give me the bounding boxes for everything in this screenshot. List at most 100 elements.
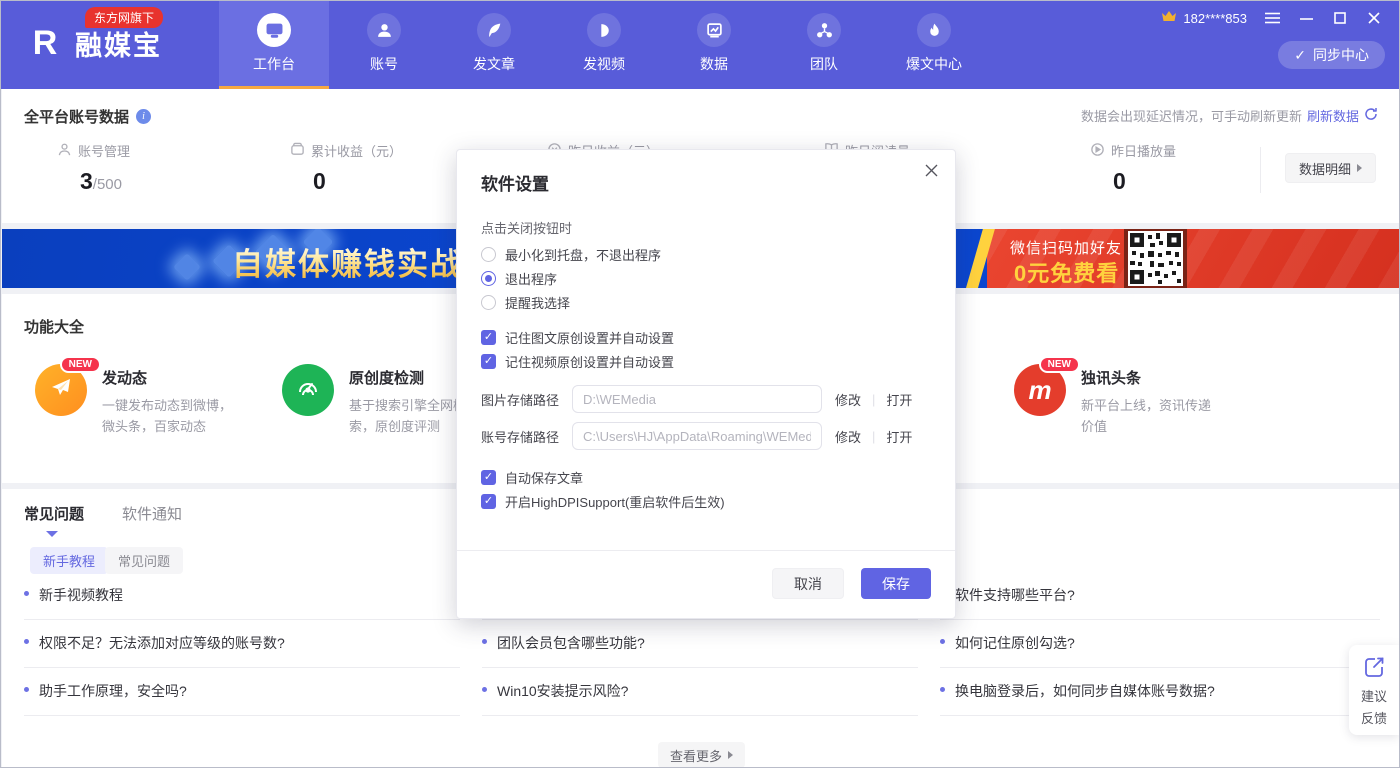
- gauge-icon: [295, 375, 321, 406]
- bullet-icon: [24, 639, 29, 644]
- nav-item-team[interactable]: 团队: [769, 1, 879, 86]
- info-icon[interactable]: i: [136, 109, 151, 124]
- faq-item[interactable]: 换电脑登录后，如何同步自媒体账号数据?: [940, 681, 1380, 701]
- nav-label: 发文章: [473, 54, 515, 74]
- divider: [940, 715, 1380, 716]
- duxun-logo-icon: m: [1028, 377, 1051, 403]
- brand: R 融媒宝 东方网旗下: [23, 21, 162, 65]
- faq-item[interactable]: 新手视频教程: [24, 585, 460, 605]
- new-badge: NEW: [60, 356, 101, 373]
- nav-item-account[interactable]: 账号: [329, 1, 439, 86]
- checkbox-checked-icon: ✓: [481, 470, 496, 485]
- titlebar-controls: 182****853: [1161, 9, 1383, 27]
- save-button[interactable]: 保存: [861, 568, 931, 599]
- faq-item[interactable]: 如何记住原创勾选?: [940, 633, 1380, 653]
- bullet-icon: [482, 687, 487, 692]
- nav-label: 数据: [700, 54, 728, 74]
- hamburger-icon[interactable]: [1263, 9, 1281, 27]
- features-title: 功能大全: [24, 316, 84, 337]
- checkbox-remember-video-original[interactable]: ✓记住视频原创设置并自动设置: [481, 352, 674, 371]
- refresh-data-link[interactable]: 刷新数据: [1307, 106, 1359, 125]
- modify-link[interactable]: 修改: [835, 390, 861, 409]
- active-tab-marker-icon: [46, 531, 58, 537]
- crown-icon: [1161, 10, 1177, 26]
- feature-card-post-dynamic[interactable]: NEW 发动态 一键发布动态到微博，微头条，百家动态: [35, 364, 232, 437]
- header: R 融媒宝 东方网旗下 工作台 账号 发文章 发视频 数据: [1, 1, 1399, 89]
- check-icon: ✓: [1294, 47, 1306, 64]
- pill-common-questions[interactable]: 常见问题: [105, 547, 183, 574]
- divider: [24, 715, 460, 716]
- close-icon[interactable]: [1365, 9, 1383, 27]
- close-icon[interactable]: [921, 160, 941, 180]
- bullet-icon: [24, 591, 29, 596]
- paper-plane-icon: [49, 376, 73, 405]
- divider: [482, 667, 918, 668]
- publish-article-icon: [477, 13, 511, 47]
- refresh-icon[interactable]: [1364, 107, 1378, 124]
- vip-phone[interactable]: 182****853: [1161, 10, 1247, 26]
- play-circle-icon: [1090, 142, 1105, 160]
- team-icon: [807, 13, 841, 47]
- qr-code: [1124, 229, 1187, 288]
- account-storage-path-input[interactable]: [572, 422, 822, 450]
- image-storage-path-input[interactable]: [572, 385, 822, 413]
- feature-card-originality-check[interactable]: 原创度检测 基于搜索引擎全网检索，原创度评测: [282, 364, 466, 437]
- radio-icon: [481, 247, 496, 262]
- cancel-button[interactable]: 取消: [772, 568, 844, 599]
- bullet-icon: [24, 687, 29, 692]
- checkbox-auto-save-article[interactable]: ✓自动保存文章: [481, 468, 583, 487]
- app-window: R 融媒宝 东方网旗下 工作台 账号 发文章 发视频 数据: [0, 0, 1400, 768]
- tab-software-notice[interactable]: 软件通知: [122, 503, 182, 524]
- main-nav: 工作台 账号 发文章 发视频 数据 团队: [219, 1, 989, 89]
- divider: [24, 667, 460, 668]
- nav-label: 爆文中心: [906, 54, 962, 74]
- open-link[interactable]: 打开: [886, 427, 912, 446]
- divider: [940, 667, 1380, 668]
- nav-item-publish-video[interactable]: 发视频: [549, 1, 659, 86]
- divider: [482, 715, 918, 716]
- open-link[interactable]: 打开: [886, 390, 912, 409]
- faq-item[interactable]: 软件支持哪些平台?: [940, 585, 1380, 605]
- maximize-icon[interactable]: [1331, 9, 1349, 27]
- tab-faq[interactable]: 常见问题: [24, 503, 84, 524]
- stat-account-management: 账号管理 3/500: [57, 141, 130, 195]
- checkbox-highdpi-support[interactable]: ✓开启HighDPISupport(重启软件后生效): [481, 492, 725, 511]
- divider: [24, 619, 460, 620]
- wallet-icon: [290, 142, 305, 160]
- faq-item[interactable]: 团队会员包含哪些功能?: [482, 633, 918, 653]
- view-more-button[interactable]: 查看更多: [658, 742, 745, 768]
- pill-beginner-tutorial[interactable]: 新手教程: [30, 547, 108, 574]
- faq-item[interactable]: 权限不足？无法添加对应等级的账号数?: [24, 633, 460, 653]
- checkbox-remember-article-original[interactable]: ✓记住图文原创设置并自动设置: [481, 328, 674, 347]
- nav-label: 团队: [810, 54, 838, 74]
- faq-item[interactable]: Win10安装提示风险?: [482, 681, 918, 701]
- modal-title: 软件设置: [481, 170, 549, 195]
- radio-ask-me[interactable]: 提醒我选择: [481, 293, 570, 312]
- radio-exit-program[interactable]: 退出程序: [481, 269, 557, 288]
- feedback-float-button[interactable]: 建议 反馈: [1349, 645, 1399, 735]
- stat-yesterday-plays: 昨日播放量 0: [1090, 141, 1176, 195]
- sync-center-button[interactable]: ✓ 同步中心: [1278, 41, 1385, 69]
- edit-square-icon: [1363, 656, 1385, 683]
- close-behavior-label: 点击关闭按钮时: [481, 218, 572, 237]
- nav-item-data[interactable]: 数据: [659, 1, 769, 86]
- account-storage-path-row: 账号存储路径 修改 | 打开: [481, 422, 912, 450]
- radio-selected-icon: [481, 271, 496, 286]
- feature-card-duxun-toutiao[interactable]: m NEW 独讯头条 新平台上线，资讯传递价值: [1014, 364, 1211, 437]
- nav-item-hot-article[interactable]: 爆文中心: [879, 1, 989, 86]
- data-detail-button[interactable]: 数据明细: [1285, 153, 1376, 183]
- chevron-right-icon: [1357, 164, 1362, 172]
- modify-link[interactable]: 修改: [835, 427, 861, 446]
- faq-item[interactable]: 助手工作原理，安全吗?: [24, 681, 460, 701]
- checkbox-checked-icon: ✓: [481, 494, 496, 509]
- radio-minimize-to-tray[interactable]: 最小化到托盘，不退出程序: [481, 245, 661, 264]
- nav-label: 工作台: [253, 54, 295, 74]
- checkbox-checked-icon: ✓: [481, 330, 496, 345]
- nav-item-publish-article[interactable]: 发文章: [439, 1, 549, 86]
- bullet-icon: [482, 639, 487, 644]
- checkbox-checked-icon: ✓: [481, 354, 496, 369]
- minimize-icon[interactable]: [1297, 9, 1315, 27]
- nav-label: 账号: [370, 54, 398, 74]
- nav-item-workbench[interactable]: 工作台: [219, 1, 329, 89]
- radio-icon: [481, 295, 496, 310]
